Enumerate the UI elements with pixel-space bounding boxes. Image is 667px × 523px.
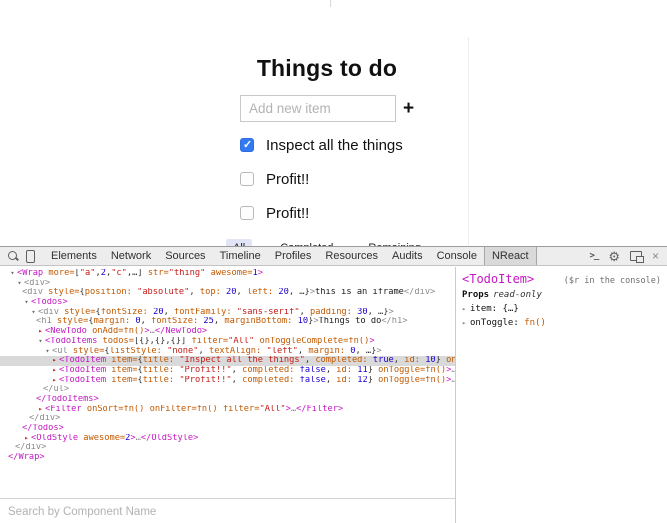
tab-nreact[interactable]: NReact <box>484 247 537 265</box>
devtools-tabs: ElementsNetworkSourcesTimelineProfilesRe… <box>44 247 537 265</box>
tree-row[interactable]: </div> <box>0 414 455 424</box>
expand-arrow-icon[interactable]: ▾ <box>43 347 52 357</box>
undock-icon[interactable] <box>630 251 642 261</box>
tree-row[interactable]: ▸<TodoItem item={title: "Inspect all the… <box>0 356 455 366</box>
add-item-button[interactable]: + <box>403 98 414 120</box>
component-tree: ▾<Wrap more=["a",2,"c",…] str="thing" aw… <box>0 267 455 498</box>
todo-checkbox[interactable] <box>240 206 254 220</box>
props-inspector: <TodoItem> ($r in the console) Props read… <box>456 267 667 523</box>
text-cursor-artifact <box>330 0 331 7</box>
prop-name: item: <box>470 304 503 314</box>
tree-row[interactable]: ▾<Wrap more=["a",2,"c",…] str="thing" aw… <box>0 269 455 279</box>
expand-arrow-icon[interactable]: ▾ <box>15 279 24 289</box>
todo-label: Profit!! <box>266 205 309 222</box>
todo-app: Things to do + Inspect all the things Pro… <box>240 55 414 257</box>
tab-audits[interactable]: Audits <box>385 247 430 265</box>
expand-arrow-icon[interactable]: ▾ <box>29 308 38 318</box>
devtools-panel: ElementsNetworkSourcesTimelineProfilesRe… <box>0 246 667 523</box>
todo-label: Inspect all the things <box>266 137 403 154</box>
collapse-arrow-icon[interactable]: ▸ <box>462 319 470 327</box>
tree-row[interactable]: ▸<OldStyle awesome=2>…</OldStyle> <box>0 434 455 444</box>
props-list: ▸item: {…}▸onToggle: fn() <box>462 304 661 328</box>
tab-timeline[interactable]: Timeline <box>213 247 268 265</box>
collapse-arrow-icon[interactable]: ▸ <box>36 405 45 415</box>
device-mode-icon[interactable] <box>26 250 35 263</box>
readonly-label: read-only <box>493 290 542 300</box>
tree-row[interactable]: ▾<div> <box>0 279 455 289</box>
collapse-arrow-icon[interactable]: ▸ <box>462 305 470 313</box>
todo-item: Profit!! <box>240 205 414 221</box>
collapse-arrow-icon[interactable]: ▸ <box>36 327 45 337</box>
tree-row[interactable]: ▸<NewTodo onAdd=fn()>…</NewTodo> <box>0 327 455 337</box>
todo-item: Inspect all the things <box>240 137 414 153</box>
new-todo-form: + <box>240 95 414 122</box>
prop-value: {…} <box>503 304 519 314</box>
toolbar-right-icons: >_ ⚙ × <box>589 250 667 263</box>
tree-row[interactable]: </ul> <box>0 385 455 395</box>
todo-label: Profit!! <box>266 171 309 188</box>
tree-row[interactable]: </TodoItems> <box>0 395 455 405</box>
todo-list: Inspect all the things Profit!! Profit!! <box>240 137 414 221</box>
tab-profiles[interactable]: Profiles <box>268 247 319 265</box>
tree-row[interactable]: </Wrap> <box>0 453 455 463</box>
iframe-right-border <box>468 37 469 245</box>
console-drawer-icon[interactable]: >_ <box>589 251 598 261</box>
prop-row[interactable]: ▸onToggle: fn() <box>462 318 661 328</box>
app-title: Things to do <box>240 55 414 82</box>
collapse-arrow-icon[interactable]: ▸ <box>50 376 59 386</box>
todo-checkbox[interactable] <box>240 138 254 152</box>
tree-row[interactable]: ▾<TodoItems todos=[{},{},{}] filter="All… <box>0 337 455 347</box>
tab-elements[interactable]: Elements <box>44 247 104 265</box>
settings-gear-icon[interactable]: ⚙ <box>608 250 620 263</box>
expand-arrow-icon[interactable]: ▾ <box>8 269 17 279</box>
props-label: Props <box>462 290 489 300</box>
props-section-label: Props read-only <box>462 290 661 300</box>
tree-row[interactable]: <h1 style={margin: 0, fontSize: 25, marg… <box>0 317 455 327</box>
tree-row[interactable]: ▸<Filter onSort=fn() onFilter=fn() filte… <box>0 405 455 415</box>
tree-row[interactable]: ▾<div style={fontSize: 20, fontFamily: "… <box>0 308 455 318</box>
prop-name: onToggle: <box>470 318 524 328</box>
tree-row[interactable]: ▾<Todos> <box>0 298 455 308</box>
component-search-input[interactable] <box>0 499 455 523</box>
prop-row[interactable]: ▸item: {…} <box>462 304 661 314</box>
prop-value: fn() <box>524 318 546 328</box>
new-item-input[interactable] <box>240 95 396 122</box>
console-hint: ($r in the console) <box>564 276 661 286</box>
tree-row[interactable]: ▾<ul style={listStyle: "none", textAlign… <box>0 347 455 357</box>
tree-row[interactable]: ▸<TodoItem item={title: "Profit!!", comp… <box>0 366 455 376</box>
expand-arrow-icon[interactable]: ▾ <box>22 298 31 308</box>
tree-row[interactable]: ▸<TodoItem item={title: "Profit!!", comp… <box>0 376 455 386</box>
collapse-arrow-icon[interactable]: ▸ <box>22 434 31 444</box>
tree-row[interactable]: <div style={position: "absolute", top: 2… <box>0 288 455 298</box>
tab-resources[interactable]: Resources <box>318 247 385 265</box>
component-search-bar <box>0 498 455 523</box>
tab-sources[interactable]: Sources <box>158 247 212 265</box>
todo-checkbox[interactable] <box>240 172 254 186</box>
collapse-arrow-icon[interactable]: ▸ <box>50 366 59 376</box>
tree-row[interactable]: </div> <box>0 443 455 453</box>
tab-console[interactable]: Console <box>430 247 484 265</box>
expand-arrow-icon[interactable]: ▾ <box>36 337 45 347</box>
inspect-search-icon[interactable] <box>8 251 19 262</box>
collapse-arrow-icon[interactable]: ▸ <box>50 356 59 366</box>
inspector-header: <TodoItem> ($r in the console) <box>462 272 661 286</box>
todo-item: Profit!! <box>240 171 414 187</box>
tree-row[interactable]: </Todos> <box>0 424 455 434</box>
selected-component-name: <TodoItem> <box>462 272 534 286</box>
devtools-toolbar: ElementsNetworkSourcesTimelineProfilesRe… <box>0 247 667 266</box>
browser-page: Things to do + Inspect all the things Pro… <box>0 0 667 246</box>
screenshot-root: Things to do + Inspect all the things Pro… <box>0 0 667 523</box>
tab-network[interactable]: Network <box>104 247 158 265</box>
close-icon[interactable]: × <box>652 250 659 262</box>
